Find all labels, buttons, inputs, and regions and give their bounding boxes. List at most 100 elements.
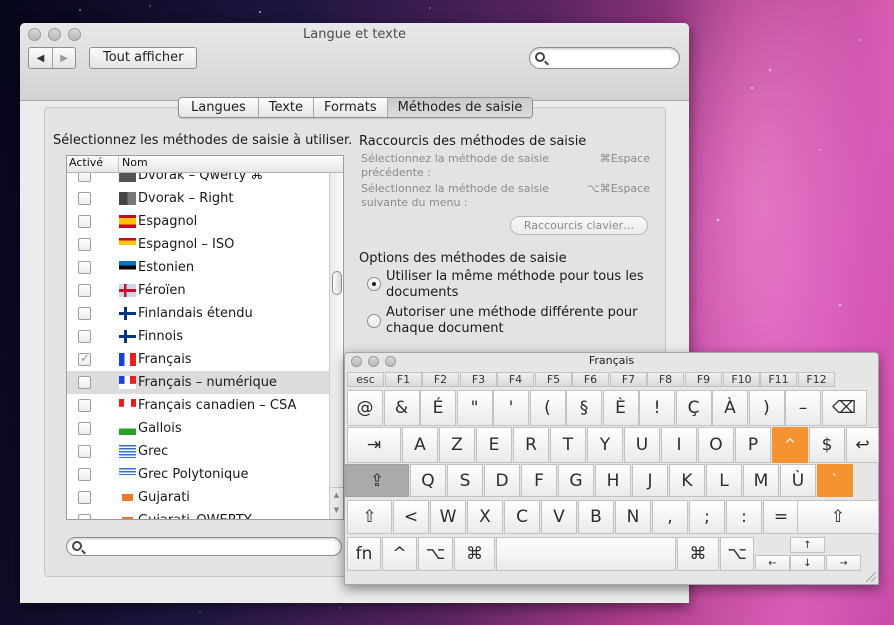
enable-checkbox[interactable] [78, 173, 91, 182]
key[interactable]: V [541, 500, 577, 534]
key-arrow-left[interactable]: ← [755, 555, 790, 571]
key-f3[interactable]: F3 [460, 372, 497, 387]
scroll-up-icon[interactable]: ▲ [330, 488, 343, 503]
list-item[interactable]: Féroïen [67, 279, 329, 302]
toolbar-search-input[interactable] [529, 47, 680, 69]
key-shift-left[interactable]: ⇧ [347, 500, 392, 534]
key[interactable]: ) [748, 390, 785, 426]
key[interactable]: K [669, 464, 705, 497]
key-tab[interactable]: ⇥ [347, 427, 401, 463]
key[interactable]: N [615, 500, 651, 534]
enable-checkbox[interactable] [78, 330, 91, 343]
key[interactable]: ( [529, 390, 566, 426]
key[interactable]: F [521, 464, 557, 497]
key-f1[interactable]: F1 [385, 372, 422, 387]
key[interactable]: = [763, 500, 799, 534]
key-f8[interactable]: F8 [647, 372, 684, 387]
key-command-right[interactable]: ⌘ [677, 537, 719, 571]
tab-methodes-de-saisie[interactable]: Méthodes de saisie [386, 98, 533, 117]
key-shift-right[interactable]: ⇧ [797, 500, 879, 534]
key[interactable]: L [706, 464, 742, 497]
list-item[interactable]: Gujarati–QWERTY [67, 509, 329, 519]
key-f6[interactable]: F6 [572, 372, 609, 387]
key-f4[interactable]: F4 [497, 372, 534, 387]
key[interactable]: S [447, 464, 483, 497]
back-icon[interactable]: ◀ [29, 48, 52, 68]
enable-checkbox[interactable] [78, 376, 91, 389]
key-f12[interactable]: F12 [798, 372, 835, 387]
key[interactable]: C [504, 500, 540, 534]
filter-search-input[interactable] [66, 537, 342, 556]
key-delete[interactable]: ⌫ [821, 390, 867, 426]
list-item[interactable]: Espagnol – ISO [67, 233, 329, 256]
radio-same-method[interactable] [367, 277, 381, 291]
key-f2[interactable]: F2 [422, 372, 459, 387]
list-item[interactable]: Estonien [67, 256, 329, 279]
key[interactable]: W [430, 500, 466, 534]
enable-checkbox[interactable] [78, 491, 91, 504]
enable-checkbox[interactable] [78, 351, 91, 366]
enable-checkbox[interactable] [78, 307, 91, 320]
key[interactable]: – [785, 390, 821, 426]
key[interactable]: § [566, 390, 602, 426]
key[interactable]: Y [587, 427, 623, 463]
key-option-left[interactable]: ⌥ [418, 537, 453, 571]
key[interactable]: Ù [780, 464, 816, 497]
enable-checkbox[interactable] [78, 261, 91, 274]
radio-different-method[interactable] [367, 314, 381, 328]
radio-different-method-label[interactable]: Autoriser une méthode différente pour ch… [386, 305, 656, 337]
key[interactable]: R [513, 427, 549, 463]
tab-texte[interactable]: Texte [257, 98, 313, 117]
key-f5[interactable]: F5 [535, 372, 572, 387]
enable-checkbox[interactable] [78, 399, 91, 412]
key[interactable]: ; [689, 500, 725, 534]
key-f9[interactable]: F9 [685, 372, 722, 387]
scroll-down-icon[interactable]: ▼ [330, 503, 343, 518]
list-item[interactable]: Grec Polytonique [67, 463, 329, 486]
list-item[interactable]: Français [67, 348, 329, 371]
key[interactable]: Q [410, 464, 446, 497]
key[interactable]: G [558, 464, 594, 497]
list-item[interactable]: Espagnol [67, 210, 329, 233]
key[interactable]: E [476, 427, 512, 463]
list-item[interactable]: Français canadien – CSA [67, 394, 329, 417]
list-item[interactable]: Dvorak – Qwerty ⌘ [67, 173, 329, 187]
key-f7[interactable]: F7 [610, 372, 647, 387]
column-enabled[interactable]: Activé [67, 156, 119, 172]
key[interactable]: < [393, 500, 429, 534]
key-return[interactable]: ↩ [846, 427, 879, 463]
enable-checkbox[interactable] [78, 445, 91, 458]
list-item[interactable]: Finlandais étendu [67, 302, 329, 325]
list-item[interactable]: Grec [67, 440, 329, 463]
enable-checkbox[interactable] [78, 215, 91, 228]
resize-grip[interactable] [866, 572, 876, 582]
enable-checkbox[interactable] [78, 284, 91, 297]
key[interactable]: H [595, 464, 631, 497]
key[interactable]: J [632, 464, 668, 497]
key-arrow-up[interactable]: ↑ [790, 537, 825, 553]
column-name[interactable]: Nom [119, 156, 148, 172]
enable-checkbox[interactable] [78, 422, 91, 435]
key[interactable]: M [743, 464, 779, 497]
key[interactable]: , [652, 500, 688, 534]
key[interactable]: ` [817, 464, 853, 497]
key-esc[interactable]: esc [347, 372, 384, 387]
key[interactable]: Z [439, 427, 475, 463]
key-arrow-right[interactable]: → [826, 555, 861, 571]
key[interactable]: B [578, 500, 614, 534]
key-caps-lock[interactable]: ⇪ [345, 464, 409, 497]
tab-formats[interactable]: Formats [313, 98, 387, 117]
forward-icon[interactable]: ▶ [52, 48, 75, 68]
list-item[interactable]: Français – numérique [67, 371, 329, 394]
key-ctrl-caret[interactable]: ^ [382, 537, 417, 571]
key[interactable]: & [383, 390, 420, 426]
key[interactable]: Ç [675, 390, 712, 426]
key-fn[interactable]: fn [347, 537, 381, 571]
key[interactable]: È [602, 390, 639, 426]
scroll-arrows[interactable]: ▲ ▼ [330, 487, 343, 519]
key[interactable]: " [456, 390, 493, 426]
key[interactable]: ^ [772, 427, 808, 463]
tab-langues[interactable]: Langues [179, 98, 258, 117]
enable-checkbox[interactable] [78, 192, 91, 205]
key-f11[interactable]: F11 [760, 372, 797, 387]
